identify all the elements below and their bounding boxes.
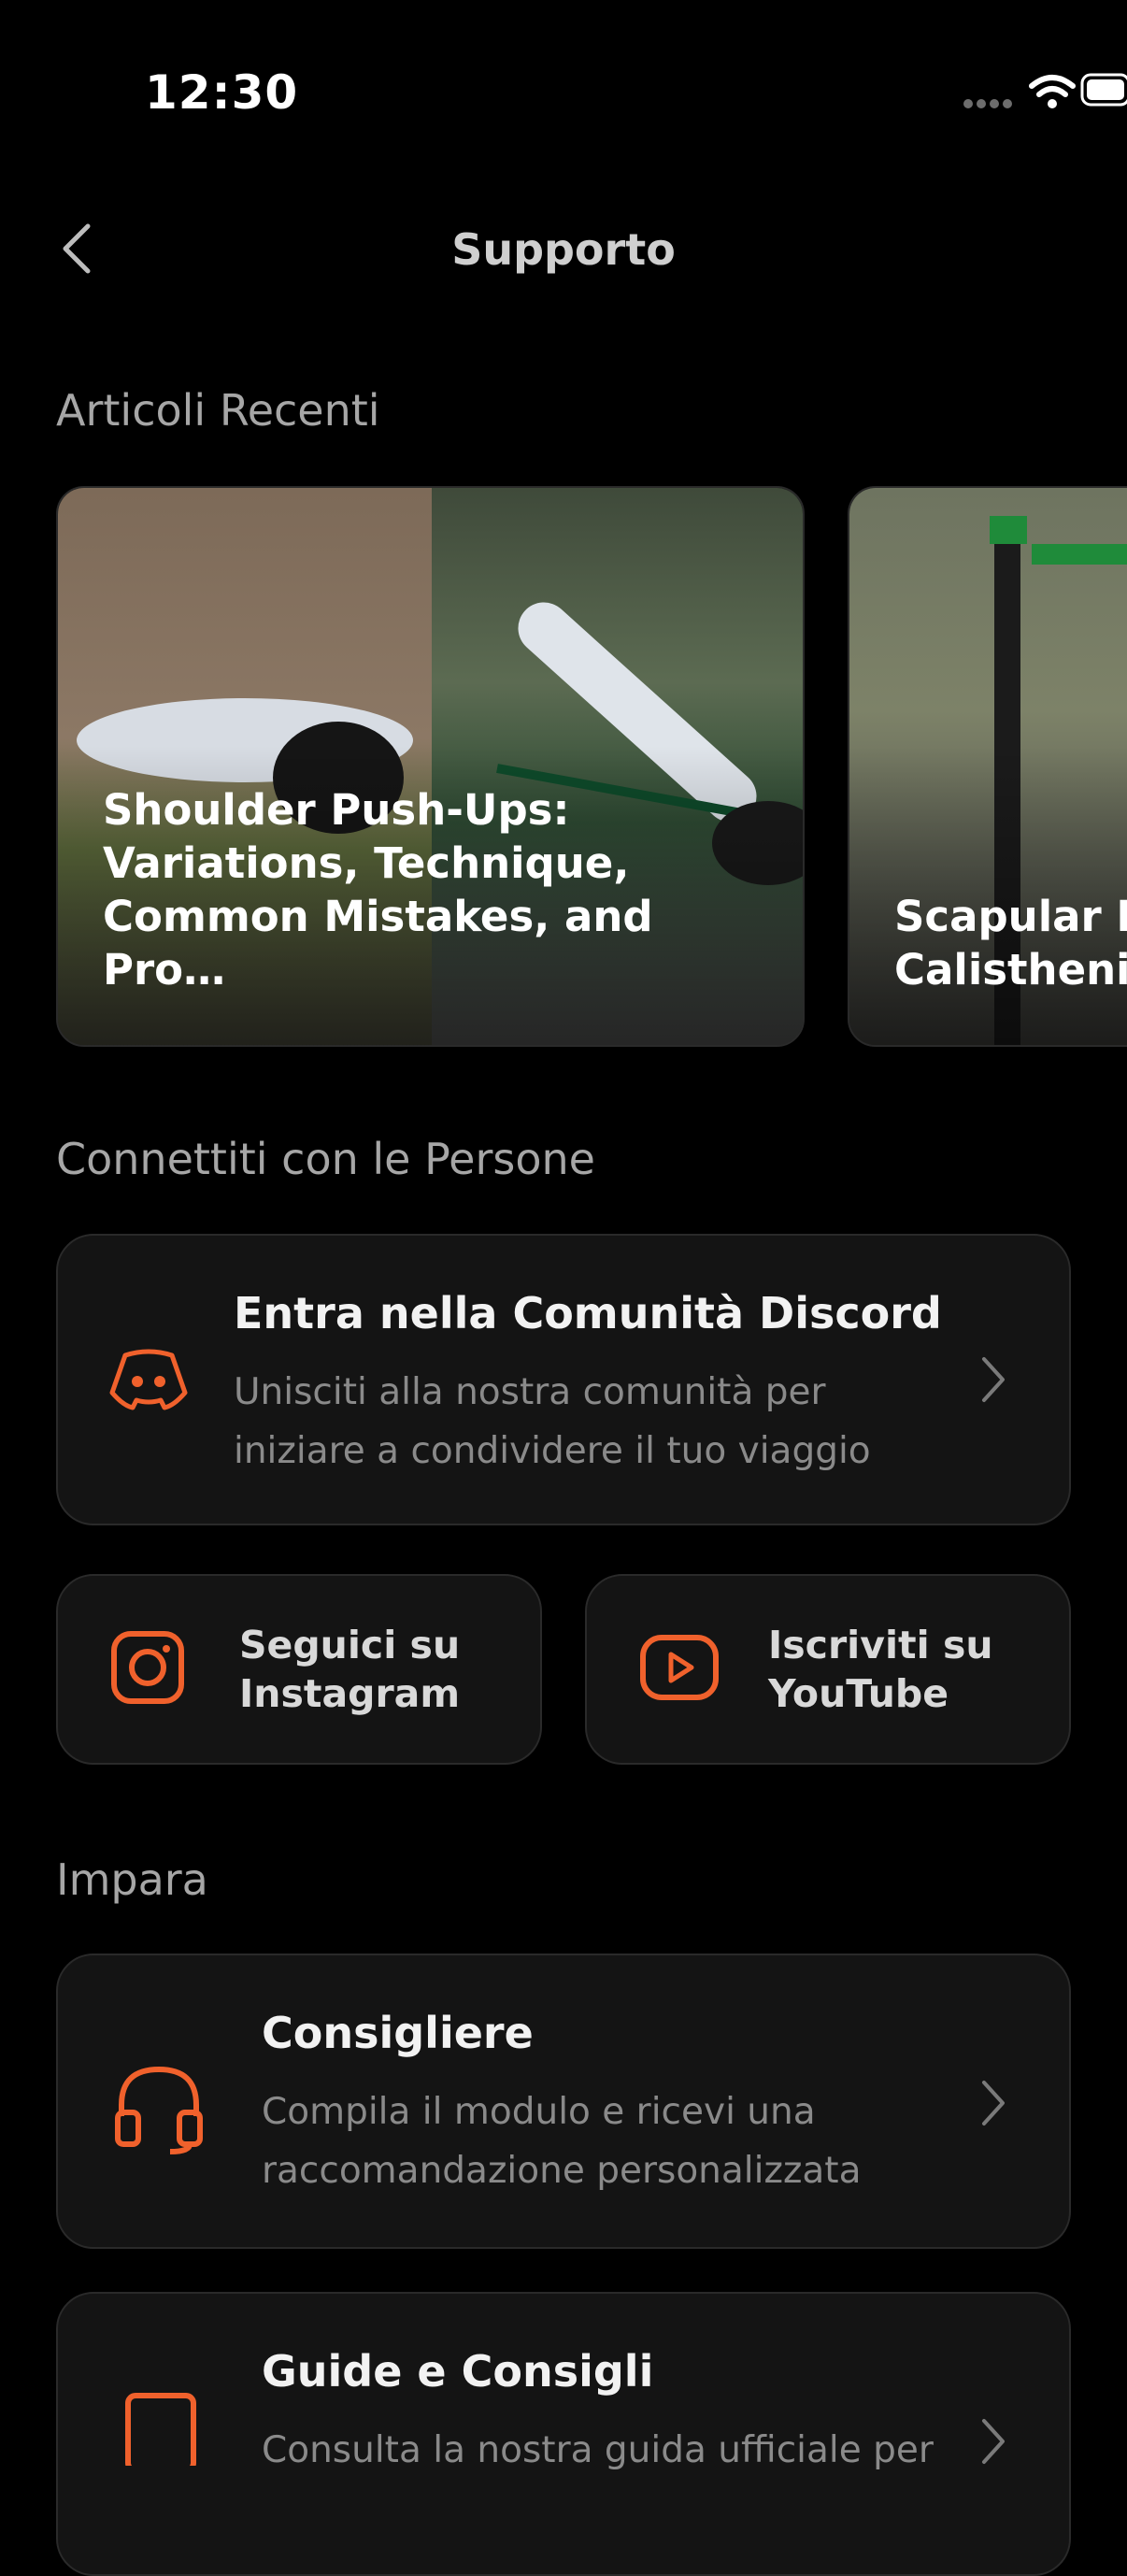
- article-title: Scapular R Calistheni: [894, 892, 1127, 995]
- article-card[interactable]: Shoulder Push-Ups: Variations, Technique…: [56, 486, 805, 1047]
- youtube-label: Iscriviti su YouTube: [768, 1623, 993, 1716]
- advisor-subtitle-line2: raccomandazione personalizzata: [262, 2150, 862, 2192]
- advisor-subtitle-line1: Compila il modulo e ricevi una: [262, 2091, 816, 2133]
- article-card[interactable]: Scapular R Calistheni: [848, 486, 1127, 1047]
- section-connect: Connettiti con le Persone: [56, 1134, 595, 1184]
- instagram-card[interactable]: Seguici su Instagram: [56, 1574, 542, 1765]
- youtube-card[interactable]: Iscriviti su YouTube: [585, 1574, 1071, 1765]
- instagram-icon: [111, 1631, 184, 1704]
- wifi-icon: [1029, 75, 1076, 97]
- battery-icon: [1080, 73, 1127, 107]
- page-title: Supporto: [451, 224, 676, 275]
- section-learn: Impara: [56, 1854, 208, 1905]
- chevron-right-icon: [982, 2419, 1005, 2464]
- instagram-label: Seguici su Instagram: [239, 1623, 461, 1716]
- headset-icon: [115, 2066, 203, 2154]
- advisor-title: Consigliere: [262, 2008, 534, 2058]
- chevron-right-icon: [982, 2081, 1005, 2125]
- advisor-card[interactable]: Consigliere Compila il modulo e ricevi u…: [56, 1953, 1071, 2249]
- book-icon: [125, 2393, 196, 2466]
- discord-icon: [109, 1349, 188, 1410]
- guides-card[interactable]: Guide e Consigli Consulta la nostra guid…: [56, 2292, 1071, 2576]
- youtube-icon: [640, 1635, 719, 1700]
- status-time: 12:30: [145, 65, 299, 120]
- section-recent-articles: Articoli Recenti: [56, 385, 380, 436]
- discord-subtitle-line1: Unisciti alla nostra comunità per: [234, 1371, 826, 1413]
- chevron-right-icon: [982, 1357, 1005, 1402]
- guides-title: Guide e Consigli: [262, 2346, 654, 2397]
- discord-subtitle-line2: iniziare a condividere il tuo viaggio: [234, 1430, 871, 1472]
- article-title: Shoulder Push-Ups: Variations, Technique…: [103, 785, 653, 995]
- cellular-signal-icon: [963, 99, 1012, 108]
- status-icons: [963, 73, 1127, 108]
- discord-card[interactable]: Entra nella Comunità Discord Unisciti al…: [56, 1234, 1071, 1525]
- discord-title: Entra nella Comunità Discord: [234, 1288, 942, 1338]
